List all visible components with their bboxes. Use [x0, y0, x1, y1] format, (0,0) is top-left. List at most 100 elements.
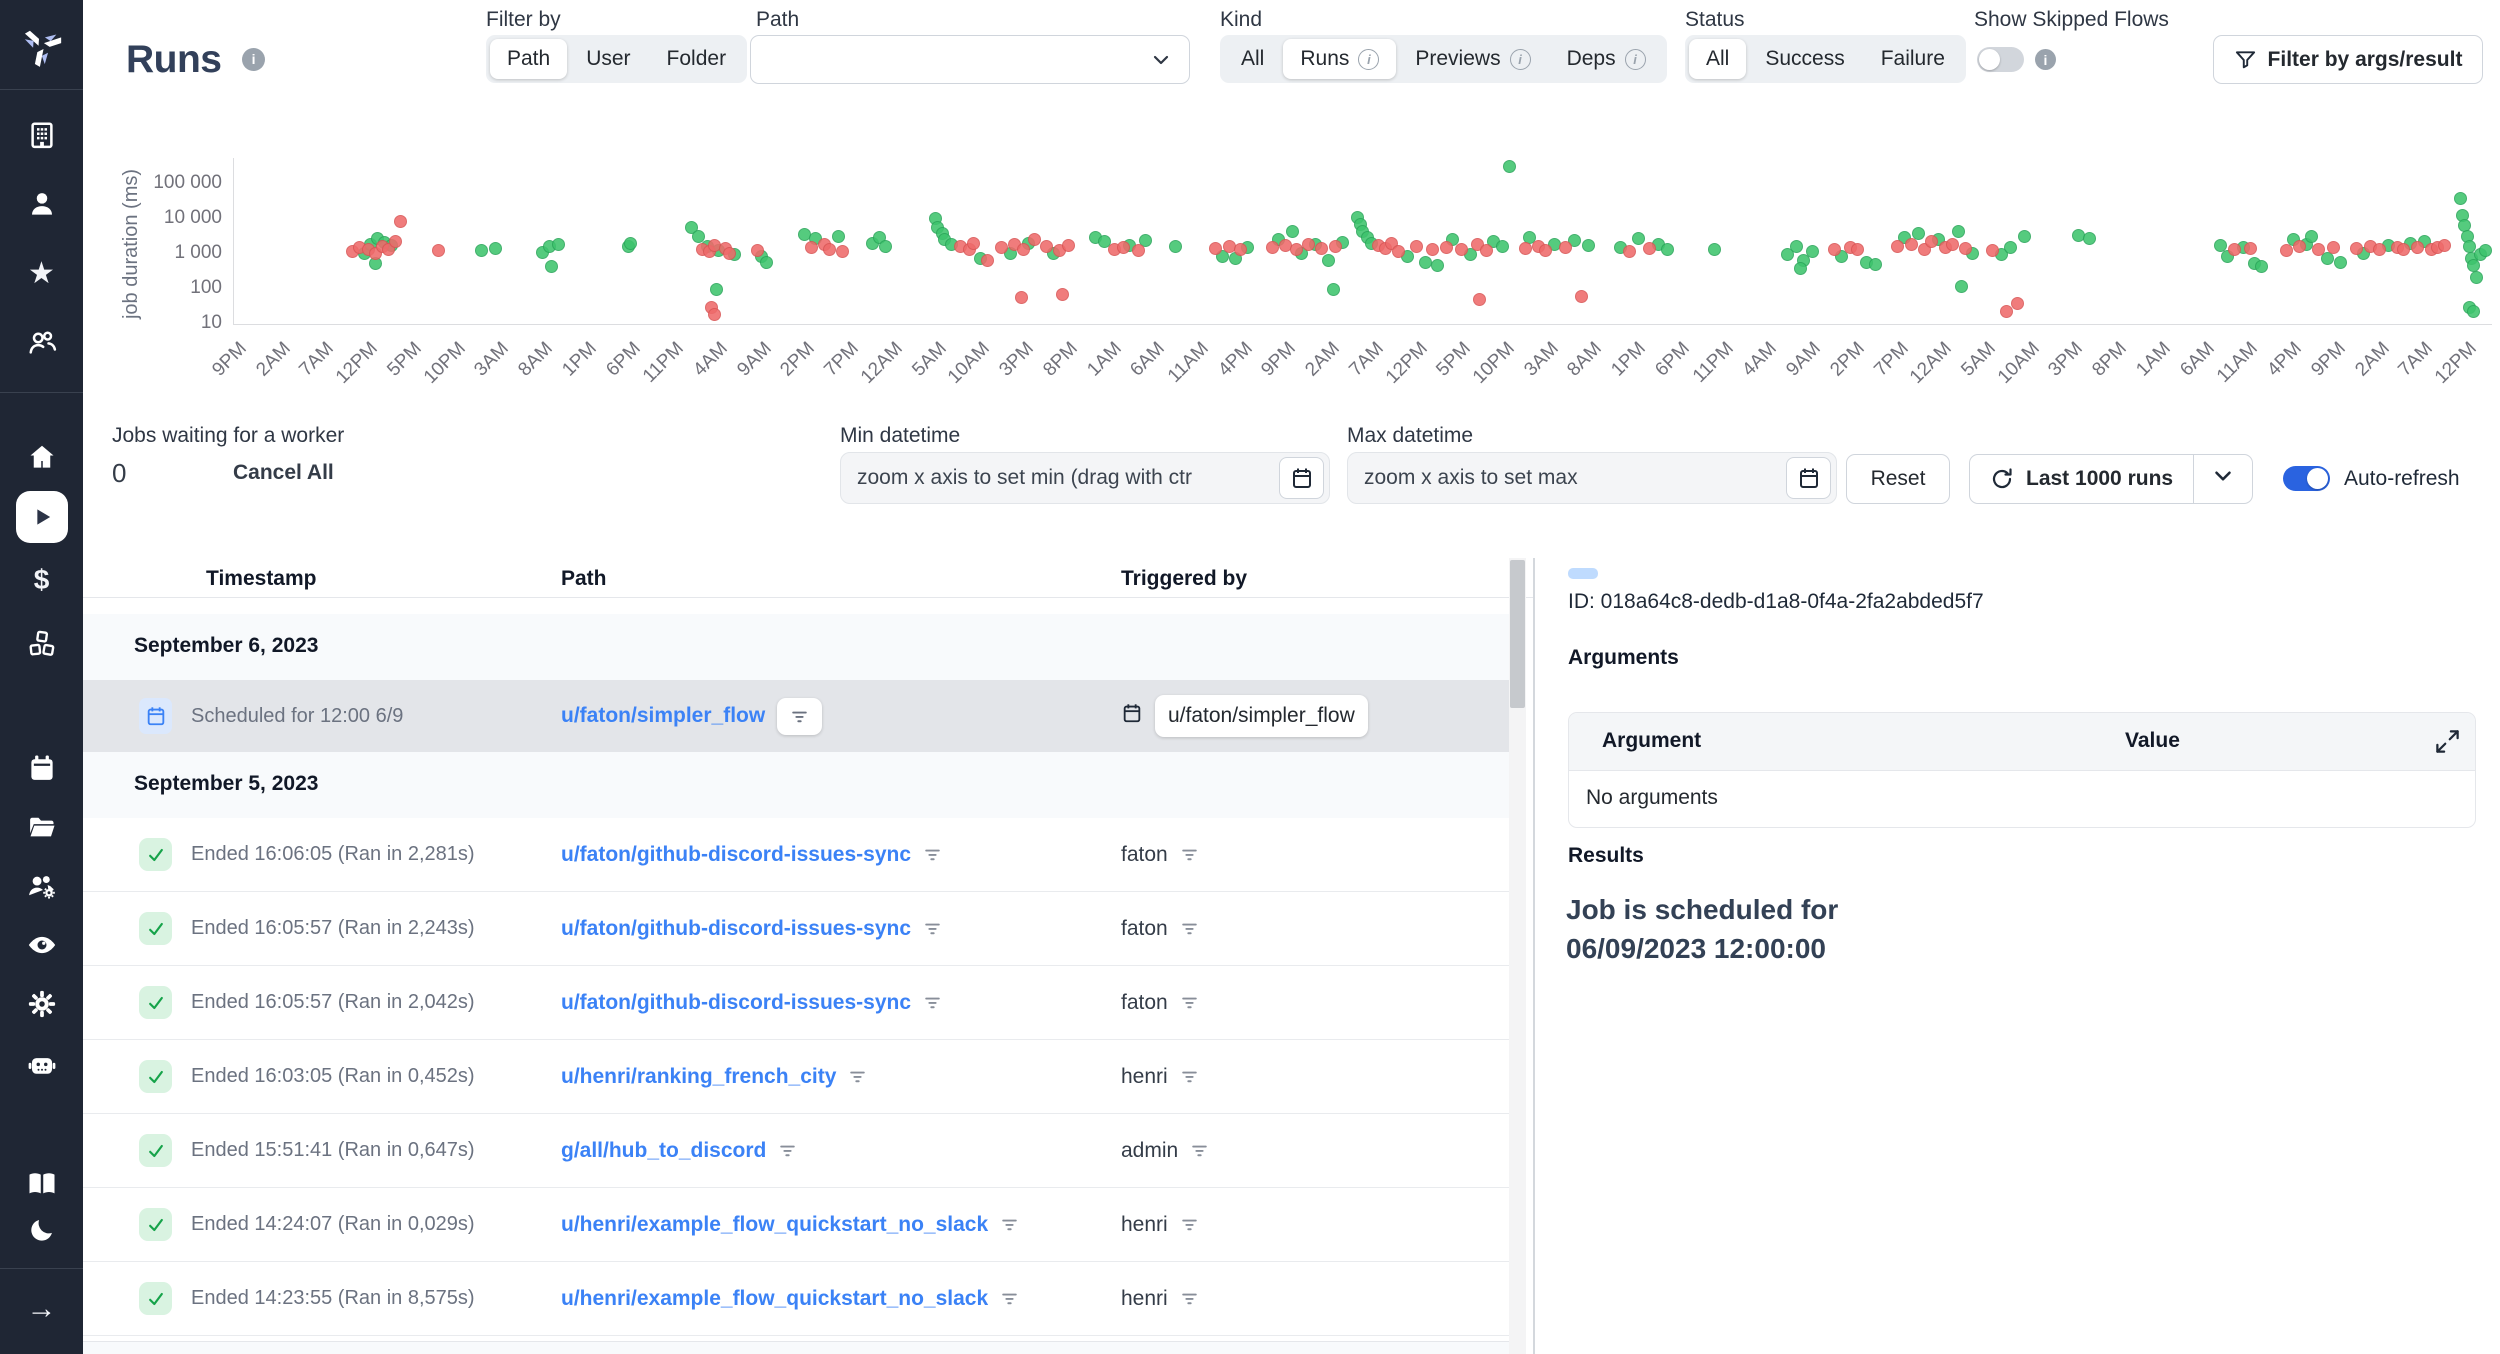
run-dot-failure[interactable]: [805, 241, 818, 254]
run-dot-success[interactable]: [2018, 230, 2031, 243]
run-dot-success[interactable]: [2334, 256, 2347, 269]
run-dot-success[interactable]: [1708, 243, 1721, 256]
run-row[interactable]: Ended 15:51:41 (Ran in 0,647s)g/all/hub_…: [83, 1114, 1510, 1188]
variables-dollar-icon[interactable]: $: [0, 565, 83, 595]
run-dot-failure[interactable]: [1132, 244, 1145, 257]
kind-runs-option[interactable]: Runsi: [1283, 39, 1396, 79]
favorites-star-icon[interactable]: ★: [0, 259, 83, 289]
run-dot-failure[interactable]: [1426, 243, 1439, 256]
run-dot-success[interactable]: [1632, 232, 1645, 245]
run-dot-failure[interactable]: [1946, 238, 1959, 251]
filter-args-result-button[interactable]: Filter by args/result: [2213, 35, 2483, 84]
min-datetime-calendar-button[interactable]: [1279, 457, 1324, 499]
run-dot-failure[interactable]: [1117, 241, 1130, 254]
windmill-logo[interactable]: [0, 0, 83, 90]
run-dot-failure[interactable]: [995, 241, 1008, 254]
run-dot-success[interactable]: [1322, 254, 1335, 267]
run-dot-failure[interactable]: [1828, 243, 1841, 256]
filter-by-user-icon[interactable]: [1180, 1289, 1199, 1308]
run-dot-success[interactable]: [2083, 232, 2096, 245]
run-dot-failure[interactable]: [1473, 293, 1486, 306]
kind-previews-option[interactable]: Previewsi: [1398, 39, 1547, 79]
run-dot-failure[interactable]: [1851, 243, 1864, 256]
run-dot-failure[interactable]: [1539, 244, 1552, 257]
run-dot-success[interactable]: [1952, 225, 1965, 238]
run-dot-failure[interactable]: [2244, 242, 2257, 255]
run-dot-success[interactable]: [760, 256, 773, 269]
run-row[interactable]: Ended 14:23:55 (Ran in 8,575s)u/henri/ex…: [83, 1262, 1510, 1336]
run-dot-failure[interactable]: [432, 244, 445, 257]
folders-icon[interactable]: [0, 812, 83, 842]
run-dot-success[interactable]: [1806, 245, 1819, 258]
run-row[interactable]: Ended 16:05:57 (Ran in 2,243s)u/faton/gi…: [83, 892, 1510, 966]
run-dot-success[interactable]: [1431, 259, 1444, 272]
run-dot-failure[interactable]: [1559, 241, 1572, 254]
filter-by-user-icon[interactable]: [1180, 1215, 1199, 1234]
run-dot-failure[interactable]: [389, 235, 402, 248]
run-dot-success[interactable]: [710, 283, 723, 296]
run-dot-success[interactable]: [2454, 192, 2467, 205]
run-path-link[interactable]: u/faton/github-discord-issues-sync: [561, 843, 911, 867]
run-path-link[interactable]: u/faton/github-discord-issues-sync: [561, 917, 911, 941]
run-dot-failure[interactable]: [1015, 291, 1028, 304]
run-dot-success[interactable]: [475, 244, 488, 257]
home-icon[interactable]: [0, 442, 83, 472]
filter-by-path-icon[interactable]: [848, 1067, 867, 1086]
run-row[interactable]: Ended 14:24:07 (Ran in 0,029s)u/henri/ex…: [83, 1188, 1510, 1262]
run-dot-success[interactable]: [832, 230, 845, 243]
run-dot-success[interactable]: [2479, 244, 2492, 257]
run-dot-success[interactable]: [1869, 258, 1882, 271]
status-all-option[interactable]: All: [1689, 39, 1746, 79]
run-dot-failure[interactable]: [1056, 288, 1069, 301]
run-dot-success[interactable]: [2470, 271, 2483, 284]
filter-by-path-icon[interactable]: [923, 993, 942, 1012]
groups-icon[interactable]: [0, 328, 83, 358]
run-dot-failure[interactable]: [2011, 297, 2024, 310]
show-skipped-info-icon[interactable]: i: [2035, 49, 2056, 70]
run-path-link[interactable]: u/henri/example_flow_quickstart_no_slack: [561, 1287, 988, 1311]
runs-limit-main[interactable]: Last 1000 runs: [1970, 467, 2193, 491]
runs-info-icon[interactable]: i: [242, 48, 265, 71]
docs-book-icon[interactable]: [0, 1171, 83, 1197]
filter-by-path-icon[interactable]: [1000, 1289, 1019, 1308]
run-path-link[interactable]: u/faton/github-discord-issues-sync: [561, 991, 911, 1015]
filter-by-path-icon[interactable]: [777, 698, 822, 735]
filter-by-path-icon[interactable]: [778, 1141, 797, 1160]
settings-gear-icon[interactable]: [0, 989, 83, 1019]
run-dot-failure[interactable]: [723, 247, 736, 260]
run-dot-success[interactable]: [489, 242, 502, 255]
run-dot-failure[interactable]: [1302, 238, 1315, 251]
cancel-all-button[interactable]: Cancel All: [233, 461, 334, 485]
run-dot-failure[interactable]: [823, 243, 836, 256]
run-dot-failure[interactable]: [1440, 241, 1453, 254]
run-dot-failure[interactable]: [2280, 244, 2293, 257]
expand-icon[interactable]: [2434, 728, 2461, 760]
run-dot-failure[interactable]: [1455, 243, 1468, 256]
run-dot-success[interactable]: [552, 238, 565, 251]
run-dot-failure[interactable]: [2350, 242, 2363, 255]
run-dot-failure[interactable]: [2411, 241, 2424, 254]
run-path-link[interactable]: u/faton/simpler_flow: [561, 704, 765, 728]
run-dot-failure[interactable]: [1329, 240, 1342, 253]
filter-by-user-icon[interactable]: [1180, 993, 1199, 1012]
filter-by-user-icon[interactable]: [1180, 919, 1199, 938]
kind-all-option[interactable]: All: [1224, 39, 1281, 79]
kind-deps-option[interactable]: Depsi: [1550, 39, 1663, 79]
show-skipped-toggle[interactable]: [1977, 47, 2024, 72]
run-dot-failure[interactable]: [2397, 243, 2410, 256]
run-dot-success[interactable]: [1790, 240, 1803, 253]
run-dot-failure[interactable]: [1480, 244, 1493, 257]
run-dot-success[interactable]: [624, 237, 637, 250]
run-dot-failure[interactable]: [1017, 243, 1030, 256]
filter-by-user-icon[interactable]: [1180, 1067, 1199, 1086]
run-dot-failure[interactable]: [394, 215, 407, 228]
run-dot-failure[interactable]: [1062, 239, 1075, 252]
service-groups-gear-icon[interactable]: [0, 871, 83, 901]
col-triggered-by[interactable]: Triggered by: [1121, 567, 1247, 591]
run-dot-failure[interactable]: [1959, 242, 1972, 255]
run-dot-failure[interactable]: [1623, 245, 1636, 258]
filter-by-user-icon[interactable]: [1190, 1141, 1209, 1160]
run-dot-success[interactable]: [545, 260, 558, 273]
run-dot-failure[interactable]: [1925, 235, 1938, 248]
run-dot-failure[interactable]: [2293, 240, 2306, 253]
